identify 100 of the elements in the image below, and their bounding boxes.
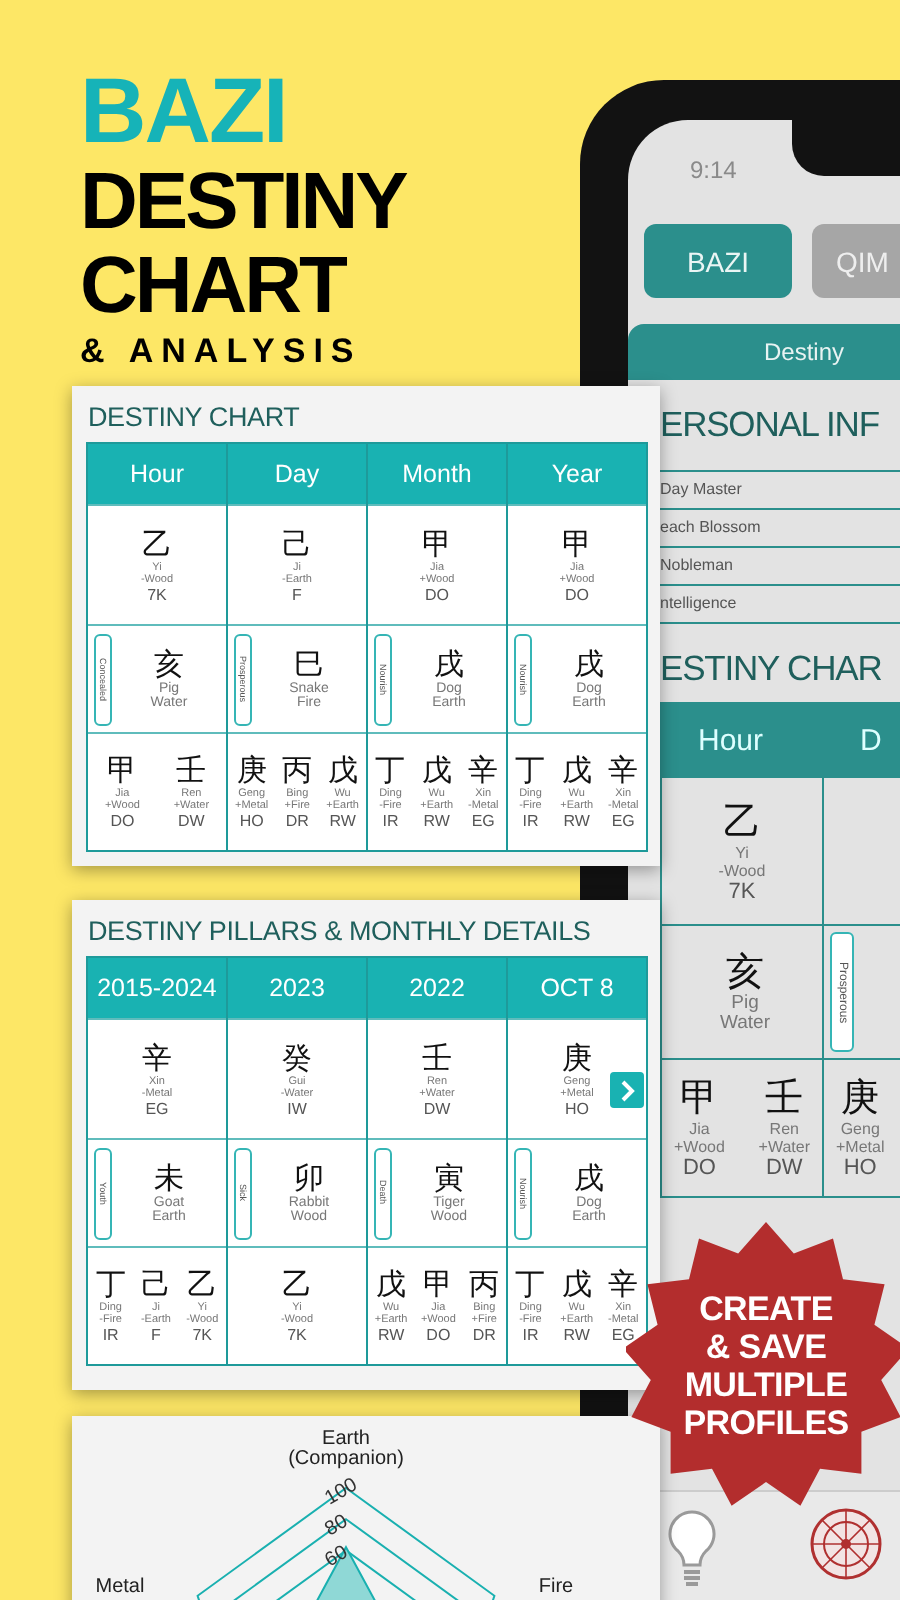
section-heading: ESTINY CHAR <box>660 648 882 690</box>
stem-character: 辛 <box>142 1041 172 1075</box>
column-header: Hour <box>662 704 822 776</box>
stem-character: 癸 <box>282 1041 312 1075</box>
god-code: F <box>150 1326 161 1344</box>
hidden-stem-character: 戊 <box>421 754 452 788</box>
branch-character: 亥 <box>726 950 764 994</box>
card-title: DESTINY PILLARS & MONTHLY DETAILS <box>88 916 591 946</box>
stem-character: 甲 <box>562 527 592 561</box>
hidden-stem-character: 乙 <box>281 1268 312 1302</box>
hidden-stem-character: 辛 <box>468 754 499 788</box>
branch-character: 卯 <box>294 1161 324 1195</box>
hidden-stem-character: 戊 <box>327 754 358 788</box>
stem-character: 壬 <box>422 1041 452 1075</box>
column-header: 2015-2024 <box>88 958 226 1018</box>
god-code: HO <box>565 1099 589 1117</box>
tab[interactable]: BAZI <box>644 224 792 298</box>
hidden-stem-character: 丙 <box>282 754 313 788</box>
hidden-stem-character: 甲 <box>107 754 138 788</box>
god-code: DW <box>178 812 205 830</box>
badge-text: PROFILES <box>683 1404 849 1442</box>
wheel-icon[interactable] <box>808 1504 884 1584</box>
axis-label: Earth (Companion) <box>288 1428 404 1470</box>
stem-character: 甲 <box>422 527 452 561</box>
hidden-stem-character: 丁 <box>515 754 546 788</box>
headline-text: DESTINY <box>80 160 406 244</box>
god-code: IR <box>522 1326 539 1344</box>
badge-text: CREATE <box>699 1290 833 1328</box>
god-code: F <box>292 585 302 603</box>
god-code: 7K <box>728 879 756 903</box>
pinyin-label: Geng <box>840 1120 880 1138</box>
hidden-stem-character: 辛 <box>608 754 639 788</box>
hidden-stem-character: 庚 <box>236 754 267 788</box>
next-button[interactable] <box>610 1072 644 1108</box>
god-code: 7K <box>192 1326 213 1344</box>
hidden-stem-character: 庚 <box>841 1076 880 1120</box>
column-header: D <box>824 704 900 776</box>
god-code: RW <box>377 1326 405 1344</box>
god-code: 7K <box>287 1326 307 1344</box>
god-code: DR <box>285 812 309 830</box>
stem-character: 己 <box>282 527 312 561</box>
pinyin-label: Jia <box>689 1120 710 1138</box>
stem-character: 乙 <box>142 527 172 561</box>
god-code: EG <box>611 812 635 830</box>
hidden-stem-character: 乙 <box>187 1268 218 1302</box>
column-header: Month <box>368 444 506 504</box>
hidden-stem-character: 己 <box>140 1268 171 1302</box>
element-label: Water <box>720 1014 770 1034</box>
god-code: EG <box>471 812 495 830</box>
god-code: RW <box>423 812 450 830</box>
hidden-stem-character: 丁 <box>515 1268 546 1302</box>
branch-character: 巳 <box>294 647 324 681</box>
god-code: DO <box>565 585 589 603</box>
god-code: IR <box>522 812 539 830</box>
hidden-stem-character: 戊 <box>561 754 592 788</box>
hidden-stem-character: 辛 <box>608 1268 639 1302</box>
hidden-stem-character: 甲 <box>680 1076 719 1120</box>
god-code: HO <box>239 812 264 830</box>
column-header: Hour <box>88 444 226 504</box>
branch-character: 寅 <box>434 1161 464 1195</box>
tick-label: 80 <box>321 1510 352 1542</box>
stem-character: 庚 <box>562 1041 592 1075</box>
god-code: IW <box>287 1099 307 1117</box>
element-label: +Water <box>758 1138 810 1156</box>
badge-text: MULTIPLE <box>684 1366 848 1404</box>
column-header: OCT 8 <box>508 958 646 1018</box>
column-header: 2023 <box>228 958 366 1018</box>
god-code: EG <box>145 1099 169 1117</box>
hidden-stem-character: 戊 <box>561 1268 592 1302</box>
tick-label: 60 <box>321 1541 352 1573</box>
hidden-stem-character: 甲 <box>423 1268 454 1302</box>
god-code: RW <box>563 812 590 830</box>
column-header: Day <box>228 444 366 504</box>
tick-label: 100 <box>321 1474 362 1511</box>
god-code: RW <box>563 1326 590 1344</box>
god-code: DW <box>765 1156 803 1180</box>
card-title: DESTINY CHART <box>88 402 300 432</box>
god-code: RW <box>329 812 356 830</box>
god-code: DR <box>472 1326 496 1344</box>
column-header: 2022 <box>368 958 506 1018</box>
god-code: DO <box>425 585 449 603</box>
stem-character: 乙 <box>723 799 761 843</box>
hidden-stem-character: 丙 <box>469 1268 500 1302</box>
pinyin-label: Yi <box>735 843 749 861</box>
info-row[interactable]: ntelligence <box>660 584 900 624</box>
headline-title: BAZI <box>80 60 287 160</box>
section-heading: ERSONAL INF <box>660 404 879 446</box>
branch-character: 戌 <box>574 647 604 681</box>
hidden-stem-character: 壬 <box>765 1076 804 1120</box>
axis-label: Metal <box>95 1576 145 1598</box>
axis-label: Fire <box>538 1576 574 1598</box>
branch-character: 未 <box>154 1161 184 1195</box>
hidden-stem-character: 丁 <box>95 1268 126 1302</box>
god-code: DO <box>110 812 135 830</box>
pinyin-label: Ren <box>769 1120 799 1138</box>
element-label: -Wood <box>718 861 766 879</box>
sub-tab[interactable]: Destiny <box>628 324 900 380</box>
god-code: HO <box>843 1156 877 1180</box>
hidden-stem-character: 戊 <box>376 1268 407 1302</box>
god-code: IR <box>382 812 399 830</box>
